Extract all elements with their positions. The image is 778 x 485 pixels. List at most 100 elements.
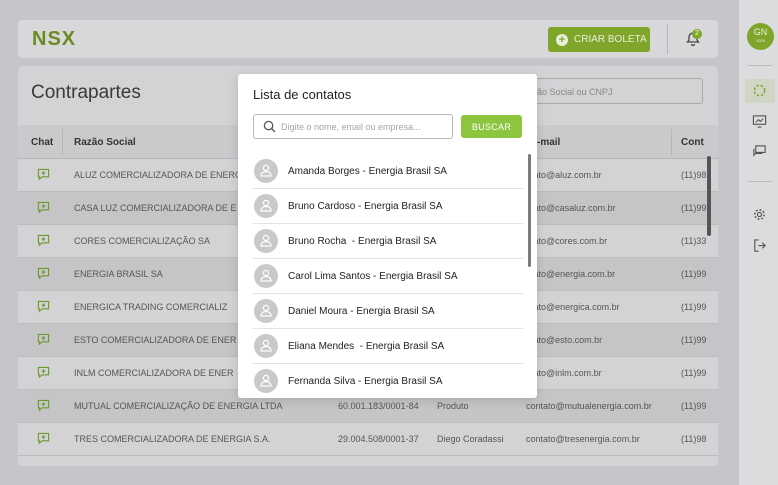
- contact-name: Daniel Moura - Energia Brasil SA: [288, 306, 435, 317]
- search-icon: [263, 120, 276, 133]
- panel-search-input[interactable]: ão Social ou CNPJ: [528, 78, 703, 104]
- user-icon: [260, 374, 272, 387]
- contact-avatar: [254, 369, 278, 393]
- contact-name: Fernanda Silva - Energia Brasil SA: [288, 376, 443, 387]
- monitor-chart-icon[interactable]: [752, 114, 767, 129]
- top-bar: NSX + CRIAR BOLETA: [18, 20, 718, 58]
- notification-badge: 2: [692, 29, 702, 39]
- cell-telefone: (11)99: [681, 401, 707, 411]
- contact-search-input[interactable]: [281, 118, 449, 136]
- contact-name: Bruno Cardoso - Energia Brasil SA: [288, 201, 443, 212]
- contact-avatar: [254, 264, 278, 288]
- chat-add-icon[interactable]: [37, 168, 50, 181]
- contact-avatar: [254, 334, 278, 358]
- user-icon: [260, 304, 272, 317]
- contact-avatar: [254, 194, 278, 218]
- contact-list-scrollbar[interactable]: [528, 154, 531, 267]
- cell-email: ntato@cores.com.br: [526, 236, 608, 246]
- buscar-button[interactable]: BUSCAR: [461, 115, 522, 138]
- nsx-logo[interactable]: NSX: [32, 28, 76, 51]
- cell-razao-social: MUTUAL COMERCIALIZAÇÃO DE ENERGIA LTDA: [74, 401, 283, 411]
- chat-add-icon[interactable]: [37, 432, 50, 445]
- gear-icon[interactable]: [752, 207, 767, 222]
- user-icon: [260, 164, 272, 177]
- topbar-divider: [667, 24, 668, 54]
- cell-razao-social: INLM COMERCIALIZADORA DE ENER: [74, 368, 234, 378]
- contact-item[interactable]: Bruno Rocha - Energia Brasil SA: [253, 224, 523, 259]
- loading-icon[interactable]: [752, 83, 767, 98]
- cell-email: ntato@inlm.com.br: [526, 368, 602, 378]
- cell-razao-social: CORES COMERCIALIZAÇÃO SA: [74, 236, 211, 246]
- user-initials: GN: [753, 27, 768, 37]
- chat-add-icon[interactable]: [37, 234, 50, 247]
- cell-telefone: (11)99: [681, 302, 707, 312]
- contact-list: Amanda Borges - Energia Brasil SA Bruno C…: [253, 154, 523, 398]
- cell-email: ntato@esto.com.br: [526, 335, 603, 345]
- cell-telefone: (11)98: [681, 434, 707, 444]
- contact-item[interactable]: Eliana Mendes - Energia Brasil SA: [253, 329, 523, 364]
- user-icon: [260, 339, 272, 352]
- contact-list-modal: Lista de contatos BUSCAR Amanda Borges -…: [238, 74, 537, 398]
- contact-item[interactable]: Fernanda Silva - Energia Brasil SA: [253, 364, 523, 398]
- chat-add-icon[interactable]: [37, 201, 50, 214]
- header-divider: [671, 129, 672, 155]
- cell-email: ntato@casaluz.com.br: [526, 203, 616, 213]
- cell-cnpj: 29.004.508/0001-37: [338, 434, 419, 444]
- page-title: Contrapartes: [31, 82, 141, 103]
- chat-add-icon[interactable]: [37, 267, 50, 280]
- cell-razao-social: ALUZ COMERCIALIZADORA DE ENERG: [74, 170, 243, 180]
- cell-telefone: (11)99: [681, 368, 707, 378]
- contact-name: Eliana Mendes - Energia Brasil SA: [288, 341, 445, 352]
- chat-add-icon[interactable]: [37, 366, 50, 379]
- contact-item[interactable]: Bruno Cardoso - Energia Brasil SA: [253, 189, 523, 224]
- chat-bubbles-icon[interactable]: [752, 144, 767, 159]
- contact-item[interactable]: Amanda Borges - Energia Brasil SA: [253, 154, 523, 189]
- contact-name: Amanda Borges - Energia Brasil SA: [288, 166, 447, 177]
- contact-item[interactable]: Carol Lima Santos - Energia Brasil SA: [253, 259, 523, 294]
- header-razao-social[interactable]: Razão Social: [74, 137, 136, 148]
- cell-telefone: (11)99: [681, 335, 707, 345]
- contact-item[interactable]: Daniel Moura - Energia Brasil SA: [253, 294, 523, 329]
- cell-email: contato@tresenergia.com.br: [526, 434, 640, 444]
- header-divider: [62, 129, 63, 155]
- chat-add-icon[interactable]: [37, 399, 50, 412]
- cell-telefone: (11)33: [681, 236, 707, 246]
- contact-search-field[interactable]: [253, 114, 453, 139]
- cell-email: contato@mutualenergia.com.br: [526, 401, 652, 411]
- user-icon: [260, 269, 272, 282]
- table-scrollbar[interactable]: [707, 156, 711, 236]
- cell-email: ntato@energica.com.br: [526, 302, 620, 312]
- cell-contato: Diego Coradassi: [437, 434, 504, 444]
- cell-email: ntato@energia.com.br: [526, 269, 616, 279]
- cell-razao-social: TRES COMERCIALIZADORA DE ENERGIA S.A.: [74, 434, 271, 444]
- cell-telefone: (11)99: [681, 203, 707, 213]
- criar-boleta-button[interactable]: + CRIAR BOLETA: [548, 27, 650, 52]
- contact-avatar: [254, 299, 278, 323]
- table-row[interactable]: TRES COMERCIALIZADORA DE ENERGIA S.A. 29.…: [18, 423, 718, 456]
- user-icon: [260, 234, 272, 247]
- user-icon: [260, 199, 272, 212]
- cell-telefone: (11)99: [681, 269, 707, 279]
- contact-name: Bruno Rocha - Energia Brasil SA: [288, 236, 437, 247]
- contact-avatar: [254, 159, 278, 183]
- cell-razao-social: ENERGIA BRASIL SA: [74, 269, 163, 279]
- sidebar-divider: [748, 65, 772, 66]
- cell-razao-social: CASA LUZ COMERCIALIZADORA DE E: [74, 203, 237, 213]
- header-contato[interactable]: Cont: [681, 137, 704, 148]
- sidebar-divider: [748, 181, 772, 182]
- contact-avatar: [254, 229, 278, 253]
- cell-razao-social: ESTO COMERCIALIZADORA DE ENER: [74, 335, 237, 345]
- modal-title: Lista de contatos: [253, 87, 352, 102]
- user-code: 1029: [756, 38, 765, 43]
- chat-add-icon[interactable]: [37, 333, 50, 346]
- chat-add-icon[interactable]: [37, 300, 50, 313]
- cell-cnpj: 60.001.183/0001-84: [338, 401, 419, 411]
- logout-icon[interactable]: [752, 238, 767, 253]
- header-email[interactable]: -mail: [537, 137, 560, 148]
- cell-contato: Produto: [437, 401, 469, 411]
- user-avatar[interactable]: GN 1029: [747, 23, 774, 50]
- contact-name: Carol Lima Santos - Energia Brasil SA: [288, 271, 458, 282]
- header-chat[interactable]: Chat: [31, 137, 53, 148]
- cell-telefone: (11)98: [681, 170, 707, 180]
- plus-icon: +: [556, 33, 568, 46]
